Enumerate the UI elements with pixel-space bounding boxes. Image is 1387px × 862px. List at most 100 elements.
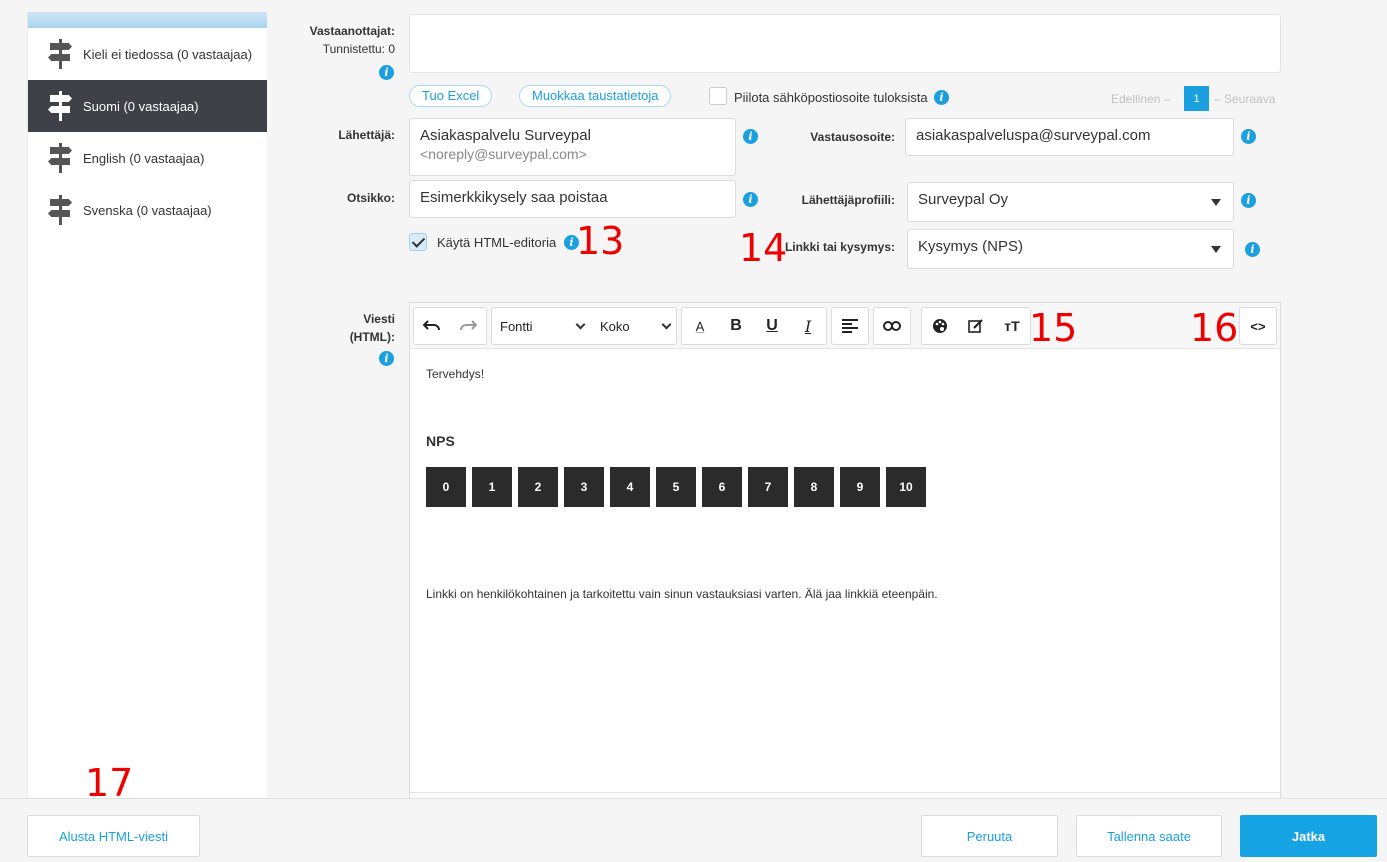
nps-button-9[interactable]: 9 bbox=[840, 467, 880, 507]
cancel-button[interactable]: Peruuta bbox=[921, 815, 1058, 857]
edit-button[interactable] bbox=[958, 308, 994, 344]
size-dropdown[interactable]: Koko bbox=[592, 308, 678, 344]
link-question-info-icon[interactable]: i bbox=[1245, 242, 1260, 257]
sender-info-icon[interactable]: i bbox=[743, 129, 758, 144]
identified-count: Tunnistettu: 0 bbox=[322, 42, 395, 56]
sender-profile-select[interactable]: Surveypal Oy bbox=[907, 182, 1234, 222]
sidebar-item-label: English (0 vastaajaa) bbox=[83, 150, 205, 166]
text-color-button[interactable]: A bbox=[682, 308, 718, 344]
code-view-button[interactable]: <> bbox=[1240, 308, 1276, 344]
reply-address-label: Vastausosoite: bbox=[810, 130, 895, 144]
chevron-down-icon bbox=[661, 319, 672, 330]
dropdown-arrow-icon bbox=[1211, 246, 1221, 253]
hide-email-checkbox[interactable] bbox=[709, 87, 727, 105]
sender-field[interactable]: Asiakaspalvelu Surveypal <noreply@survey… bbox=[409, 118, 736, 176]
undo-button[interactable] bbox=[414, 308, 450, 344]
nps-button-7[interactable]: 7 bbox=[748, 467, 788, 507]
font-group: Fontti Koko bbox=[491, 307, 677, 345]
size-dropdown-label: Koko bbox=[600, 318, 630, 334]
code-view-group: <> bbox=[1239, 307, 1277, 345]
recipients-field[interactable] bbox=[409, 14, 1281, 73]
font-dropdown[interactable]: Fontti bbox=[492, 308, 592, 344]
sender-profile-info-icon[interactable]: i bbox=[1241, 193, 1256, 208]
language-sidebar: Kieli ei tiedossa (0 vastaajaa) Suomi (0… bbox=[27, 12, 267, 798]
align-left-icon bbox=[842, 319, 858, 333]
html-editor-label: Käytä HTML-editoria bbox=[437, 235, 557, 250]
reply-address-field[interactable]: asiakaspalveluspa@surveypal.com bbox=[905, 118, 1234, 156]
hide-email-label: Piilota sähköpostiosoite tuloksista bbox=[734, 90, 928, 105]
annotation-16: 16 bbox=[1190, 306, 1239, 350]
format-group: A B U I bbox=[681, 307, 827, 345]
bold-icon: B bbox=[730, 317, 742, 334]
sidebar-item-finnish[interactable]: Suomi (0 vastaajaa) bbox=[28, 80, 267, 132]
signpost-icon bbox=[48, 39, 72, 69]
underline-button[interactable]: U bbox=[754, 308, 790, 344]
pager-next[interactable]: – Seuraava bbox=[1214, 92, 1275, 106]
editor-toolbar: Fontti Koko A B U I ᴛT 15 16 <> bbox=[410, 303, 1280, 349]
palette-icon bbox=[933, 319, 947, 333]
nps-button-3[interactable]: 3 bbox=[564, 467, 604, 507]
html-editor-checkbox[interactable] bbox=[409, 233, 427, 251]
message-info-icon[interactable]: i bbox=[379, 351, 394, 366]
nps-button-5[interactable]: 5 bbox=[656, 467, 696, 507]
sender-name: Asiakaspalvelu Surveypal bbox=[420, 127, 591, 144]
nps-button-8[interactable]: 8 bbox=[794, 467, 834, 507]
sidebar-item-label: Svenska (0 vastaajaa) bbox=[83, 202, 212, 218]
sidebar-item-swedish[interactable]: Svenska (0 vastaajaa) bbox=[28, 184, 267, 236]
annotation-17: 17 bbox=[85, 761, 134, 805]
underline-icon: U bbox=[766, 317, 778, 334]
nps-button-0[interactable]: 0 bbox=[426, 467, 466, 507]
sidebar-item-unknown-language[interactable]: Kieli ei tiedossa (0 vastaajaa) bbox=[28, 28, 267, 80]
text-size-icon: ᴛT bbox=[1004, 318, 1020, 334]
chevron-down-icon bbox=[575, 319, 586, 330]
nps-button-1[interactable]: 1 bbox=[472, 467, 512, 507]
reply-address-info-icon[interactable]: i bbox=[1241, 129, 1256, 144]
pager-prev[interactable]: Edellinen – bbox=[1111, 92, 1170, 106]
annotation-14: 14 bbox=[739, 226, 788, 270]
signpost-icon bbox=[48, 195, 72, 225]
dropdown-arrow-icon bbox=[1211, 199, 1221, 206]
sender-profile-label: Lähettäjäprofiili: bbox=[801, 193, 895, 207]
text-size-button[interactable]: ᴛT bbox=[994, 308, 1030, 344]
align-button[interactable] bbox=[832, 308, 868, 344]
bold-button[interactable]: B bbox=[718, 308, 754, 344]
nps-button-4[interactable]: 4 bbox=[610, 467, 650, 507]
italic-icon: I bbox=[804, 316, 812, 336]
footer-text: Linkki on henkilökohtainen ja tarkoitett… bbox=[426, 587, 938, 601]
sidebar-item-label: Kieli ei tiedossa (0 vastaajaa) bbox=[83, 46, 253, 62]
text-color-icon: A bbox=[695, 318, 705, 334]
insert-link-button[interactable] bbox=[874, 308, 910, 344]
subject-field[interactable]: Esimerkkikysely saa poistaa bbox=[409, 180, 736, 218]
code-icon: <> bbox=[1250, 318, 1266, 334]
nps-button-2[interactable]: 2 bbox=[518, 467, 558, 507]
hide-email-info-icon[interactable]: i bbox=[934, 90, 949, 105]
pager-current-page[interactable]: 1 bbox=[1184, 86, 1209, 111]
italic-button[interactable]: I bbox=[790, 308, 826, 344]
recipients-label: Vastaanottajat: bbox=[309, 24, 395, 38]
reset-html-button[interactable]: Alusta HTML-viesti bbox=[27, 815, 200, 857]
link-question-value: Kysymys (NPS) bbox=[918, 238, 1023, 255]
edit-background-data-button[interactable]: Muokkaa taustatietoja bbox=[519, 85, 672, 107]
sidebar-item-english[interactable]: English (0 vastaajaa) bbox=[28, 132, 267, 184]
redo-icon bbox=[460, 320, 477, 331]
nps-button-10[interactable]: 10 bbox=[886, 467, 926, 507]
sender-profile-value: Surveypal Oy bbox=[918, 191, 1009, 208]
link-question-select[interactable]: Kysymys (NPS) bbox=[907, 229, 1234, 269]
signpost-icon bbox=[48, 143, 72, 173]
nps-button-6[interactable]: 6 bbox=[702, 467, 742, 507]
sender-email: <noreply@surveypal.com> bbox=[420, 146, 587, 162]
subject-info-icon[interactable]: i bbox=[743, 192, 758, 207]
style-group: ᴛT bbox=[921, 307, 1031, 345]
history-group bbox=[413, 307, 487, 345]
import-excel-button[interactable]: Tuo Excel bbox=[409, 85, 493, 107]
sidebar-header-bar bbox=[28, 12, 267, 28]
link-question-label: Linkki tai kysymys: bbox=[784, 240, 895, 254]
style-button[interactable] bbox=[922, 308, 958, 344]
sidebar-item-label: Suomi (0 vastaajaa) bbox=[83, 98, 199, 114]
redo-button[interactable] bbox=[450, 308, 486, 344]
save-button[interactable]: Tallenna saate bbox=[1076, 815, 1222, 857]
continue-button[interactable]: Jatka bbox=[1240, 815, 1377, 857]
recipients-info-icon[interactable]: i bbox=[379, 65, 394, 80]
edit-icon bbox=[968, 319, 983, 333]
html-editor[interactable]: Fontti Koko A B U I ᴛT 15 16 <> Tervehdy… bbox=[409, 302, 1281, 799]
